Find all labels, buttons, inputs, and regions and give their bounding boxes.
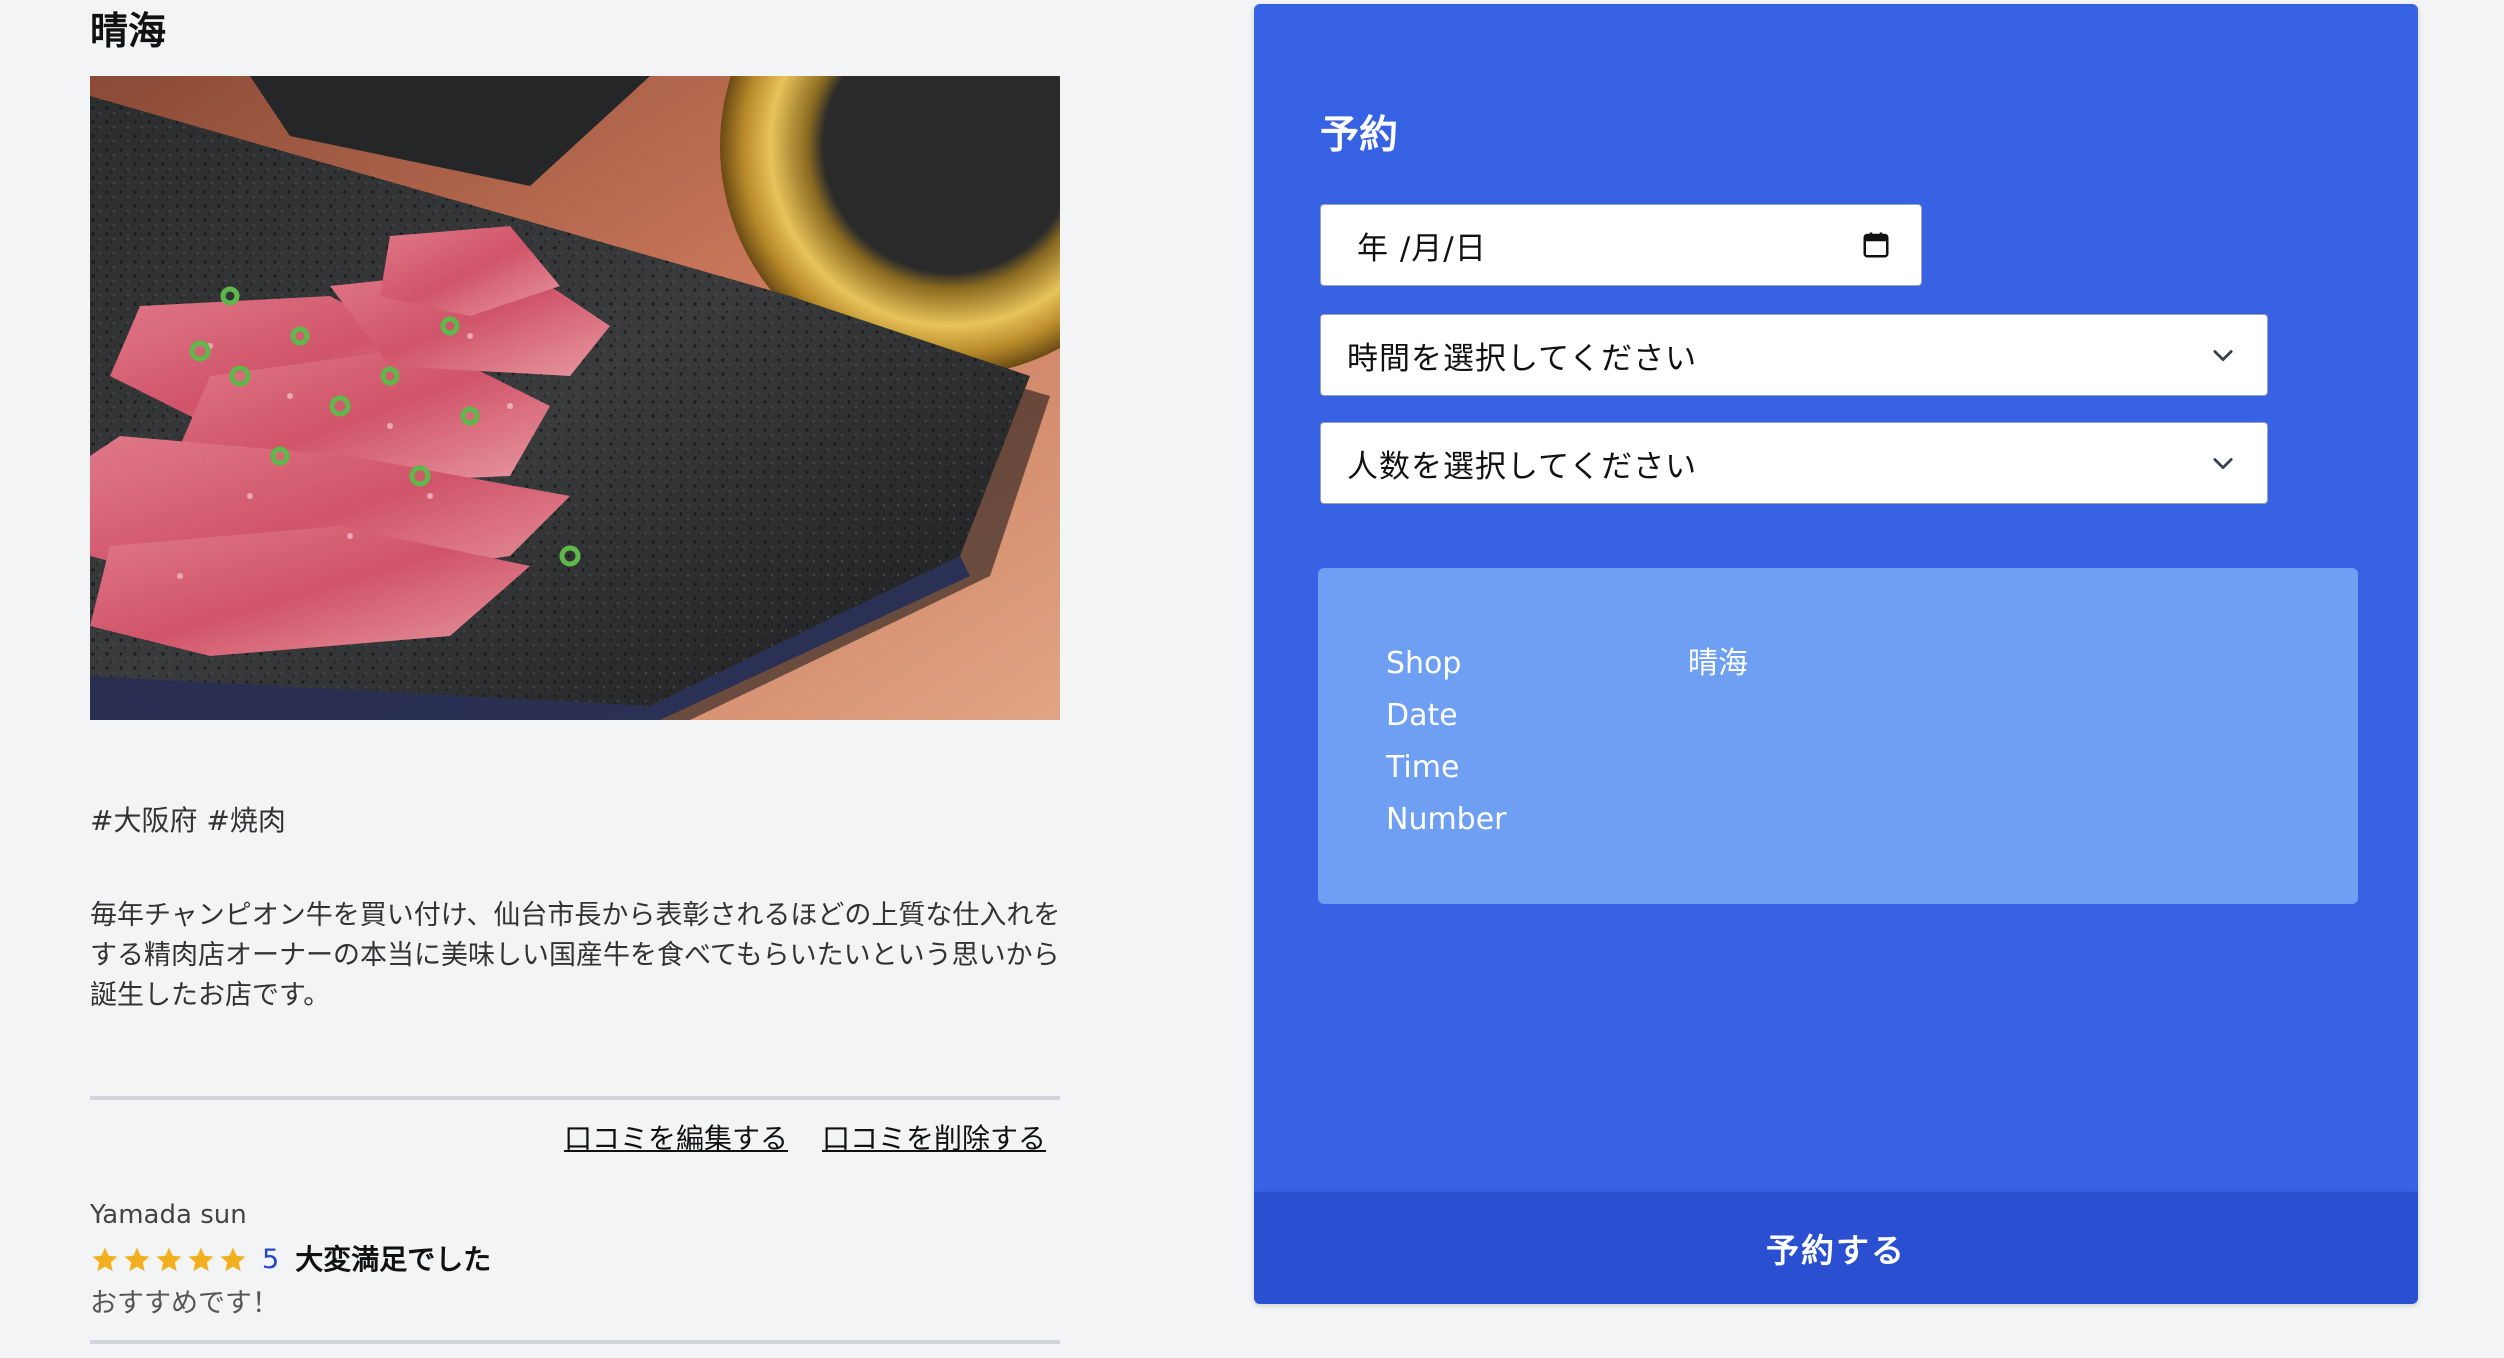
divider [90, 1096, 1060, 1100]
star-icon [188, 1247, 214, 1272]
review-rating-row: 5 大変満足でした [90, 1240, 491, 1280]
date-placeholder: 年 /月/日 [1357, 230, 1487, 267]
time-select-placeholder: 時間を選択してください [1347, 340, 1698, 377]
star-icon [220, 1247, 246, 1272]
reservation-title: 予約 [1320, 113, 1399, 158]
time-select[interactable]: 時間を選択してください [1320, 314, 2268, 396]
number-select[interactable]: 人数を選択してください [1320, 422, 2268, 504]
summary-number-label: Number [1386, 802, 1507, 837]
review-body: おすすめです！ [90, 1288, 279, 1319]
shop-tags: #大阪府 #焼肉 [90, 804, 286, 837]
edit-review-link[interactable]: 口コミを編集する [564, 1118, 788, 1160]
summary-row-time: Time [1386, 742, 2286, 794]
summary-row-shop: Shop 晴海 [1386, 638, 2286, 690]
shop-name: 晴海 [90, 9, 167, 53]
summary-time-label: Time [1386, 750, 1460, 785]
reservation-summary: Shop 晴海 Date Time Number [1318, 568, 2358, 904]
delete-review-link[interactable]: 口コミを削除する [822, 1118, 1046, 1160]
summary-shop-value: 晴海 [1688, 646, 1748, 681]
calendar-icon[interactable] [1861, 230, 1891, 260]
date-input[interactable]: 年 /月/日 [1320, 204, 1922, 286]
shop-description: 毎年チャンピオン牛を買い付け、仙台市長から表彰されるほどの上質な仕入れをする精肉… [90, 900, 1061, 1011]
chevron-down-icon [2213, 458, 2233, 470]
reserve-button[interactable]: 予約する [1254, 1192, 2418, 1304]
star-icon [156, 1247, 182, 1272]
rating-number: 5 [262, 1244, 280, 1275]
divider [90, 1340, 1060, 1344]
chevron-down-icon [2213, 350, 2233, 362]
summary-row-date: Date [1386, 690, 2286, 742]
star-icon [124, 1247, 150, 1272]
review-actions: 口コミを編集する 口コミを削除する [564, 1118, 1046, 1160]
reservation-panel: 予約 年 /月/日 時間を選択してください 人数を選択してください Shop 晴… [1254, 4, 2418, 1192]
summary-date-label: Date [1386, 698, 1458, 733]
summary-shop-label: Shop [1386, 646, 1462, 681]
shop-photo [90, 76, 1060, 720]
review-author: Yamada sun [90, 1200, 247, 1230]
summary-row-number: Number [1386, 794, 2286, 846]
review-title: 大変満足でした [295, 1243, 492, 1276]
star-icon [92, 1247, 118, 1272]
number-select-placeholder: 人数を選択してください [1347, 448, 1698, 485]
star-rating [90, 1245, 248, 1275]
shop-detail-page: 晴海 #大阪府 #焼肉 毎年チャンピオン牛を買い付け、仙台市長から表彰されるほど… [0, 0, 2504, 1358]
